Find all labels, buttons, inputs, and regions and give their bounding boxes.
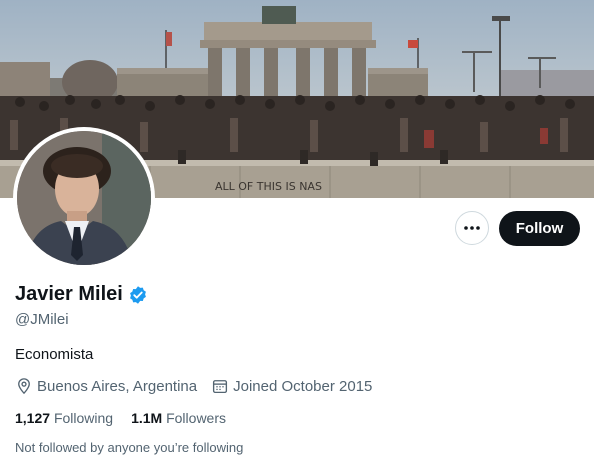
following-count: 1,127	[15, 410, 51, 426]
joined-text: Joined October 2015	[233, 377, 373, 395]
profile-name-row: Javier Milei	[15, 283, 148, 306]
following-link[interactable]: 1,127 Following	[15, 410, 113, 426]
location-item: Buenos Aires, Argentina	[15, 377, 197, 395]
more-options-button[interactable]	[455, 211, 489, 245]
calendar-icon	[213, 380, 228, 394]
profile-avatar-ring	[13, 127, 155, 269]
followers-count: 1.1M	[131, 410, 163, 426]
verified-badge-icon[interactable]	[128, 285, 148, 305]
more-options-icon	[464, 226, 480, 230]
location-pin-icon	[18, 378, 30, 395]
followed-by-text: Not followed by anyone you’re following	[15, 440, 244, 455]
joined-item: Joined October 2015	[211, 377, 372, 395]
wall-graffiti: ALL OF THIS IS NAS	[215, 180, 322, 193]
follow-button-label: Follow	[515, 220, 564, 237]
following-label: Following	[53, 410, 114, 426]
followers-label: Followers	[166, 410, 226, 426]
display-name: Javier Milei	[15, 283, 123, 305]
follow-stats: 1,127 Following 1.1M Followers	[15, 410, 244, 426]
profile-bio: Economista	[15, 346, 94, 363]
user-handle: @JMilei	[15, 311, 69, 328]
followers-link[interactable]: 1.1M Followers	[131, 410, 226, 426]
avatar-photo	[17, 131, 151, 265]
follow-button[interactable]: Follow	[499, 211, 580, 246]
avatar[interactable]	[17, 131, 151, 265]
location-text: Buenos Aires, Argentina	[37, 377, 198, 395]
profile-meta: Buenos Aires, Argentina Joined October 2…	[15, 377, 386, 395]
